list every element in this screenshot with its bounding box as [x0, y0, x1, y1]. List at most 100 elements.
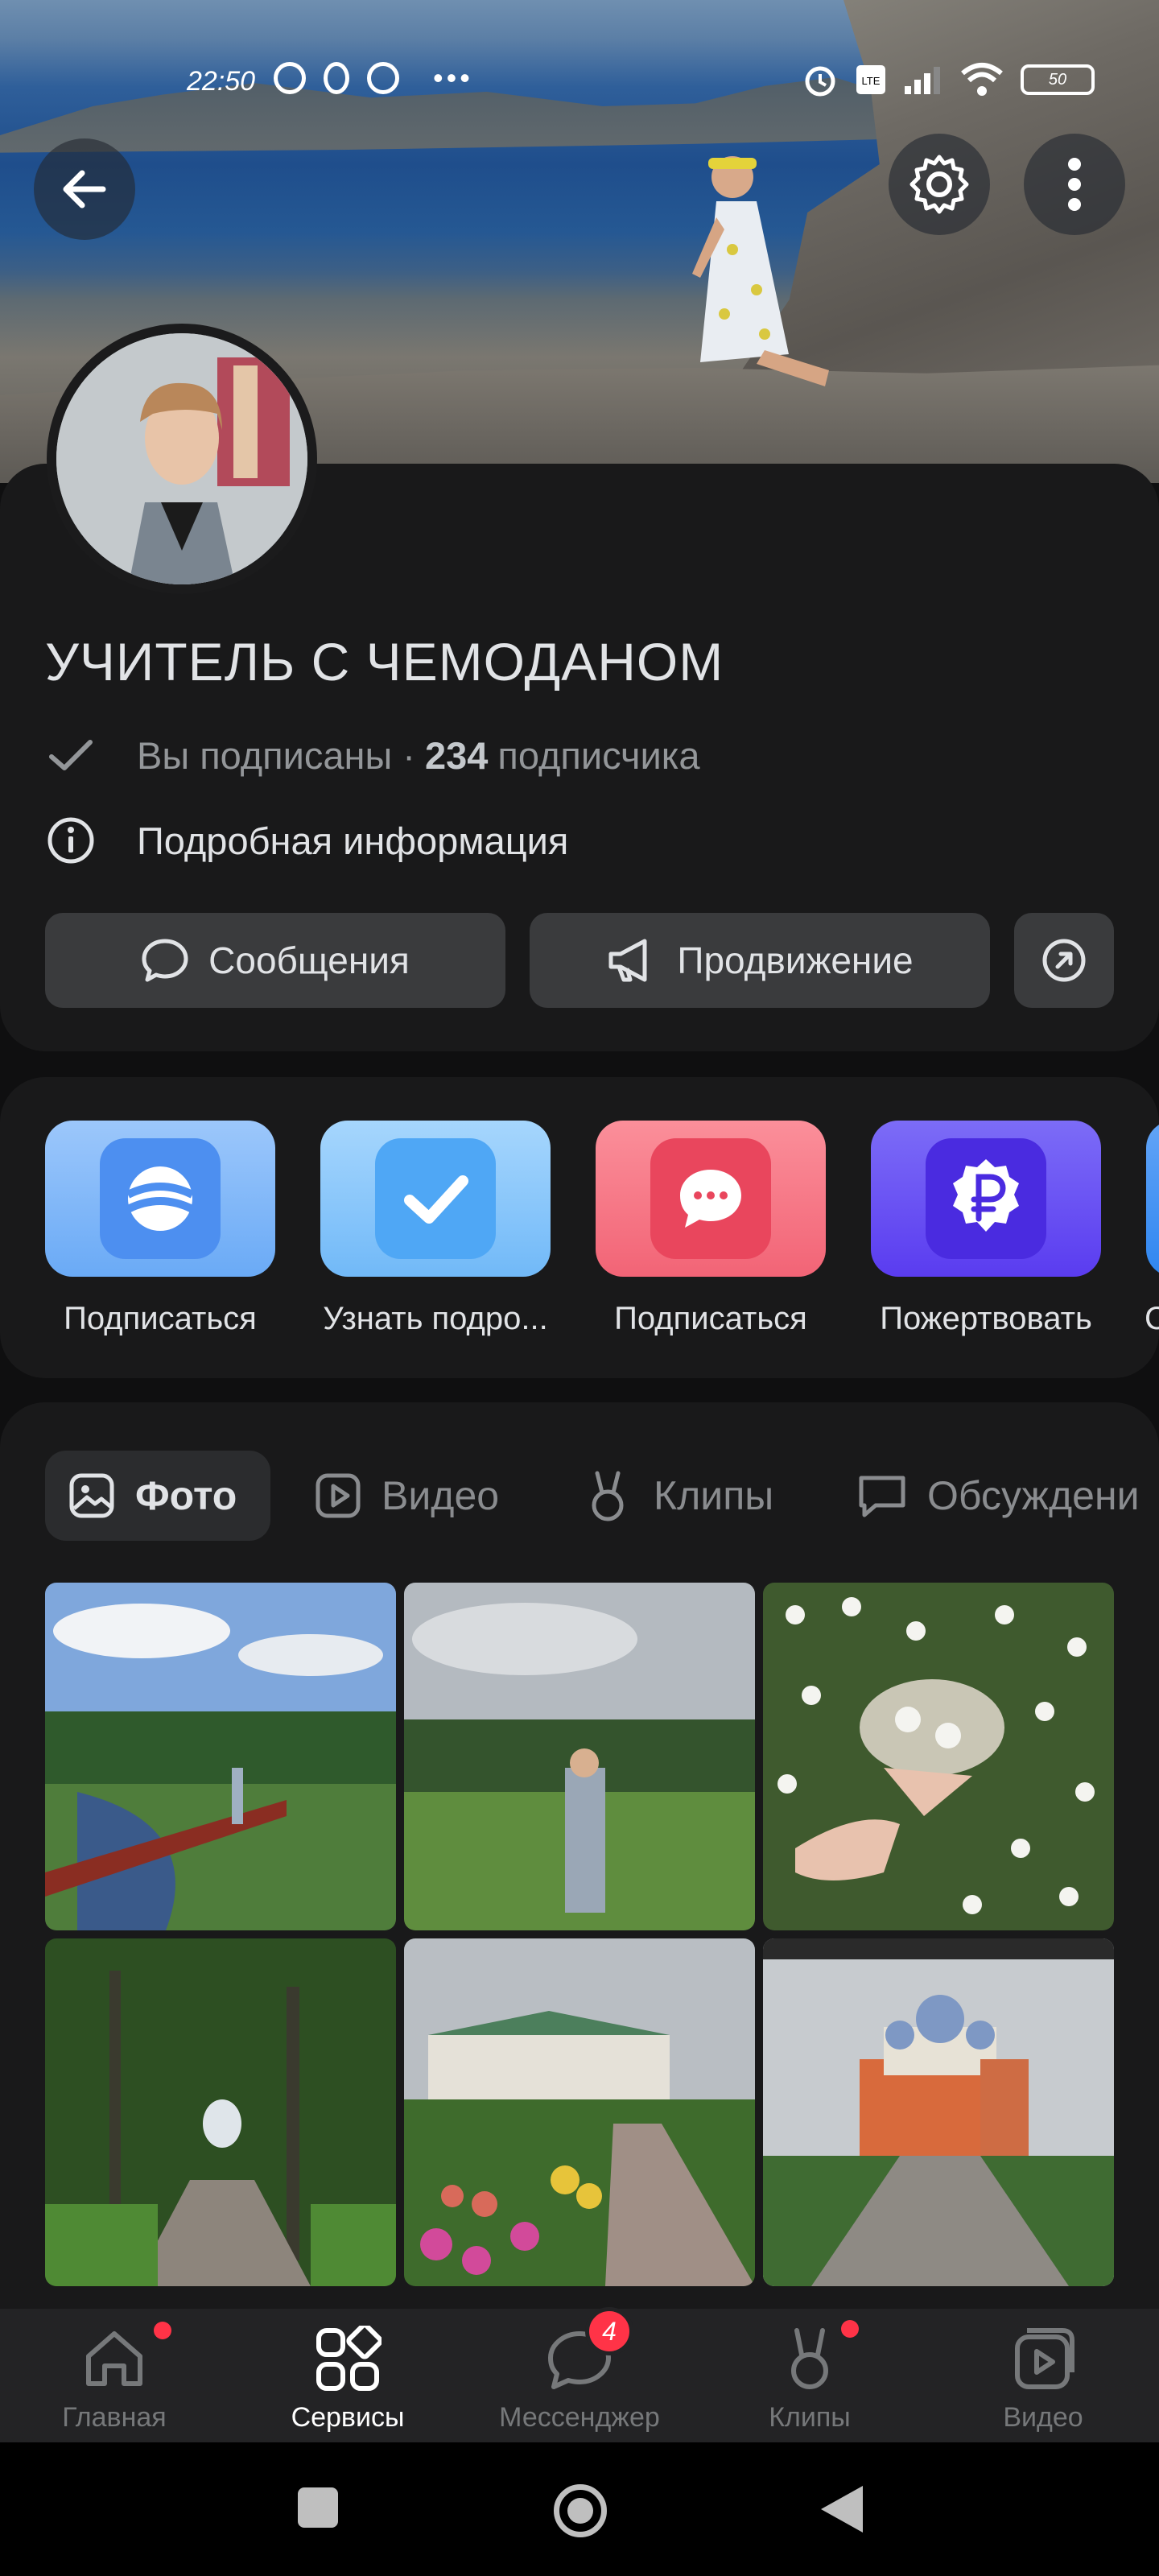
- svg-text:LTE: LTE: [862, 75, 881, 87]
- video-icon: [316, 1473, 361, 1518]
- promo-button[interactable]: Продвижение: [530, 913, 990, 1008]
- home-system-dot: [567, 2498, 593, 2524]
- nav-label: Клипы: [769, 2402, 851, 2433]
- photo-thumbnail[interactable]: [763, 1938, 1114, 2286]
- home-system-button[interactable]: [554, 2484, 607, 2537]
- media-tabs: Фото Видео Клипы Обсуждени: [45, 1451, 1159, 1541]
- photo-thumbnail[interactable]: [404, 1583, 755, 1930]
- nav-video[interactable]: Видео: [930, 2323, 1156, 2434]
- tab-video[interactable]: Видео: [314, 1451, 499, 1541]
- unread-badge: 4: [585, 2307, 633, 2355]
- messages-label: Сообщения: [208, 939, 410, 981]
- gear-icon: [909, 155, 969, 214]
- photo-icon: [69, 1473, 114, 1518]
- volte-icon: LTE: [856, 65, 885, 94]
- video-icon: [1007, 2323, 1079, 2396]
- info-icon: [45, 815, 97, 866]
- page-title: УЧИТЕЛЬ С ЧЕМОДАНОМ: [45, 632, 724, 691]
- status-time: 22:50: [187, 66, 256, 97]
- subscribers-word: подписчика: [497, 733, 700, 777]
- notification-icon: [274, 62, 306, 94]
- app-tile: [871, 1121, 1101, 1277]
- wifi-icon: [961, 63, 1003, 96]
- app-label: Подписаться: [614, 1301, 807, 1336]
- app-label: С: [1145, 1301, 1159, 1336]
- tab-label: Обсуждени: [927, 1473, 1140, 1518]
- app-tile: [320, 1121, 551, 1277]
- check-icon: [45, 729, 97, 781]
- share-button[interactable]: [1014, 913, 1114, 1008]
- system-navigation-bar: [0, 2442, 1159, 2576]
- app-label: Узнать подро...: [323, 1301, 548, 1336]
- clips-icon: [592, 1471, 624, 1521]
- ruble-icon: [926, 1138, 1046, 1259]
- photo-thumbnail[interactable]: [45, 1583, 396, 1930]
- tab-label: Видео: [382, 1473, 500, 1518]
- notification-dot: [154, 2322, 171, 2339]
- nav-messenger[interactable]: 4 Мессенджер: [467, 2307, 692, 2434]
- avatar[interactable]: [47, 324, 317, 594]
- opera-icon: [324, 62, 349, 94]
- nav-services[interactable]: Сервисы: [235, 2323, 460, 2434]
- app-label: Подписаться: [64, 1301, 257, 1336]
- services-grid-icon: [311, 2323, 384, 2396]
- nav-label: Видео: [1003, 2402, 1083, 2433]
- avatar-photo: [56, 333, 307, 584]
- settings-button[interactable]: [889, 134, 990, 235]
- app-subscribe-1[interactable]: Подписаться: [43, 1121, 277, 1337]
- nav-clips[interactable]: Клипы: [697, 2320, 922, 2434]
- tab-label: Фото: [135, 1473, 237, 1518]
- share-arrow-icon: [1042, 939, 1086, 982]
- tab-photo[interactable]: Фото: [45, 1451, 270, 1541]
- details-label: Подробная информация: [137, 819, 569, 862]
- subscription-status[interactable]: Вы подписаны · 234 подписчика: [45, 729, 700, 781]
- signal-icon: [905, 67, 940, 94]
- app-label: Пожертвовать: [880, 1301, 1092, 1336]
- arrow-left-icon: [63, 170, 106, 208]
- community-apps-list: Подписаться Узнать подро... Подписаться …: [0, 1121, 1159, 1362]
- checkmark-icon: [375, 1138, 496, 1259]
- tab-label: Клипы: [654, 1473, 774, 1518]
- photo-thumbnail[interactable]: [763, 1583, 1114, 1930]
- back-system-button[interactable]: [816, 2483, 866, 2536]
- chrome-icon: [367, 62, 399, 94]
- details-link[interactable]: Подробная информация: [45, 815, 568, 866]
- app-donate[interactable]: Пожертвовать: [869, 1121, 1103, 1337]
- subscribers-count: 234: [424, 733, 489, 777]
- back-button[interactable]: [34, 138, 135, 240]
- app-learn-more[interactable]: Узнать подро...: [319, 1121, 552, 1337]
- messenger-icon: 4: [543, 2307, 633, 2396]
- tab-clips[interactable]: Клипы: [586, 1451, 773, 1541]
- nav-label: Главная: [62, 2402, 167, 2433]
- nav-label: Мессенджер: [499, 2402, 660, 2433]
- clips-icon: [773, 2320, 859, 2396]
- messages-button[interactable]: Сообщения: [45, 913, 505, 1008]
- cover-person: [692, 156, 829, 386]
- battery-indicator: 50: [1021, 64, 1095, 95]
- photo-thumbnail[interactable]: [404, 1938, 755, 2286]
- chat-bubble-icon: [650, 1138, 771, 1259]
- subscribed-text: Вы подписаны ·: [137, 733, 415, 777]
- megaphone-icon: [608, 939, 647, 982]
- promo-label: Продвижение: [677, 939, 914, 981]
- app-tile: [596, 1121, 826, 1277]
- photo-thumbnail[interactable]: [45, 1938, 396, 2286]
- status-bar: 22:50 ••• LTE 50: [0, 56, 1159, 101]
- app-tile: [1146, 1121, 1159, 1277]
- nav-label: Сервисы: [291, 2402, 405, 2433]
- app-subscribe-2[interactable]: Подписаться: [594, 1121, 827, 1337]
- recent-apps-button[interactable]: [298, 2487, 338, 2528]
- more-options-button[interactable]: [1024, 134, 1125, 235]
- nav-home[interactable]: Главная: [2, 2322, 227, 2434]
- app-partial[interactable]: С: [1145, 1121, 1159, 1337]
- notification-dot: [841, 2320, 859, 2338]
- alarm-icon: [805, 66, 835, 97]
- more-notifications-icon: •••: [433, 61, 473, 94]
- message-bubble-icon: [142, 939, 188, 982]
- bottom-nav: Главная Сервисы 4 Мессенджер Клипы Видео: [0, 2307, 1159, 2442]
- discussion-icon: [859, 1476, 905, 1517]
- app-tile: [45, 1121, 275, 1277]
- home-icon: [78, 2322, 171, 2396]
- tab-discussions[interactable]: Обсуждени: [856, 1451, 1140, 1541]
- sphere-logo-icon: [100, 1138, 221, 1259]
